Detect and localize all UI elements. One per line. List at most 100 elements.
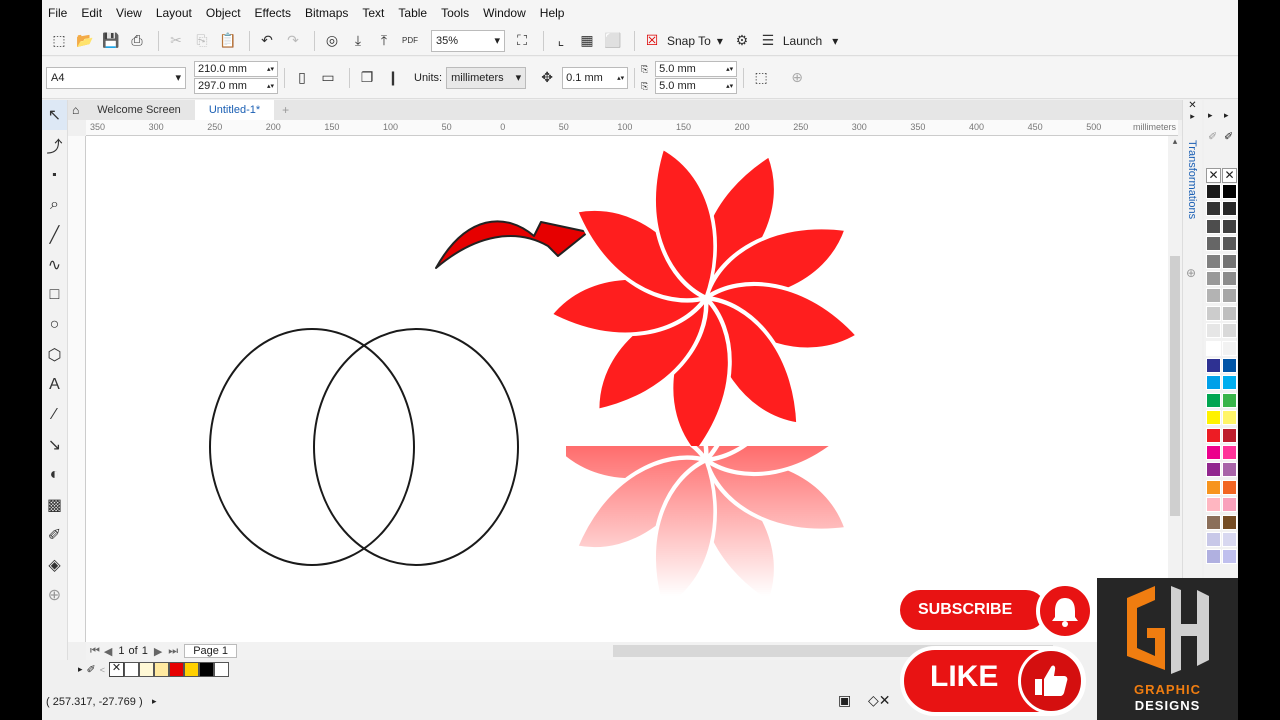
zoom-tool-icon[interactable]: ⌕ [42, 190, 67, 220]
menu-item-table[interactable]: Table [398, 6, 427, 20]
color-swatch[interactable] [1222, 253, 1237, 269]
menu-item-bitmaps[interactable]: Bitmaps [305, 6, 348, 20]
color-swatch[interactable] [1206, 271, 1221, 286]
drawing-canvas[interactable] [86, 136, 1168, 642]
polygon-tool-icon[interactable]: ⬡ [42, 340, 67, 370]
color-swatch[interactable] [1206, 549, 1221, 565]
color-swatch[interactable] [1206, 184, 1221, 199]
palette-arrow-icon[interactable]: ▸ [1208, 110, 1213, 121]
portrait-icon[interactable]: ▯ [291, 67, 313, 89]
color-swatch[interactable] [1222, 462, 1237, 478]
palette-arrow-icon[interactable]: ▸ [1224, 110, 1229, 121]
color-swatch[interactable] [1206, 340, 1221, 356]
all-pages-icon[interactable]: ❐ [356, 67, 378, 89]
document-color-swatch[interactable] [154, 662, 170, 677]
search-content-icon[interactable]: ◎ [321, 30, 343, 52]
color-swatch[interactable] [1222, 236, 1237, 252]
color-swatch[interactable] [1222, 514, 1237, 530]
pick-tool-icon[interactable]: ↖ [42, 100, 67, 130]
vertical-ruler[interactable] [68, 136, 86, 642]
color-swatch[interactable] [1206, 445, 1221, 460]
menu-item-file[interactable]: File [48, 6, 67, 20]
eyedropper-icon[interactable]: ✐ [1208, 130, 1217, 143]
color-swatch[interactable] [1222, 549, 1237, 565]
color-swatch[interactable] [1222, 445, 1237, 460]
menu-item-edit[interactable]: Edit [81, 6, 102, 20]
document-color-swatch[interactable] [124, 662, 140, 677]
document-color-swatch[interactable] [184, 662, 200, 677]
launch-button[interactable]: Launch [783, 34, 822, 48]
color-swatch[interactable] [1206, 479, 1221, 495]
landscape-icon[interactable]: ▭ [317, 67, 339, 89]
page-size-select[interactable]: A4 ▾ [46, 66, 186, 89]
fill-indicator-icon[interactable]: ▣ [838, 692, 851, 709]
prev-page-icon[interactable]: ◀ [104, 645, 112, 658]
pdf-icon[interactable]: PDF [399, 30, 421, 52]
transformations-tab[interactable]: Transformations [1186, 140, 1198, 219]
color-swatch[interactable] [1222, 410, 1237, 426]
document-color-swatch[interactable] [214, 662, 230, 677]
color-swatch[interactable] [1206, 201, 1221, 217]
grid-icon[interactable]: ▦ [576, 30, 598, 52]
bleed-icon[interactable]: ⬚ [750, 67, 772, 89]
outline-indicator-icon[interactable]: ◇✕ [868, 692, 891, 709]
page-height-input[interactable]: 297.0 mm ▴▾ [194, 78, 278, 94]
open-folder-icon[interactable]: 📂 [74, 30, 96, 52]
current-page-icon[interactable]: ❙ [382, 67, 404, 89]
outline-ellipse-right[interactable] [313, 328, 519, 566]
new-document-icon[interactable]: ⬚ [48, 30, 70, 52]
color-swatch[interactable] [1206, 410, 1221, 426]
color-swatch[interactable] [1222, 358, 1237, 373]
menu-item-view[interactable]: View [116, 6, 142, 20]
print-icon[interactable]: ⎙ [126, 30, 148, 52]
rectangle-tool-icon[interactable]: □ [42, 280, 67, 310]
color-swatch[interactable] [1222, 323, 1237, 339]
color-swatch[interactable] [1206, 514, 1221, 530]
page-1-tab[interactable]: Page 1 [184, 644, 238, 658]
color-swatch[interactable] [1222, 532, 1237, 547]
tab-welcome-screen[interactable]: Welcome Screen [83, 100, 195, 120]
menu-item-text[interactable]: Text [362, 6, 384, 20]
color-swatch[interactable] [1222, 218, 1237, 234]
new-tab-icon[interactable]: + [274, 103, 297, 117]
color-swatch[interactable] [1206, 532, 1221, 547]
cut-icon[interactable]: ✂ [165, 30, 187, 52]
color-swatch[interactable] [1222, 392, 1237, 408]
outline-ellipse-left[interactable] [209, 328, 415, 566]
close-icon[interactable]: ✕ [1183, 100, 1202, 111]
color-swatch[interactable] [1222, 201, 1237, 217]
menu-item-effects[interactable]: Effects [255, 6, 291, 20]
no-fill-swatch[interactable]: ✕ [1222, 168, 1237, 183]
add-tool-icon[interactable]: ⊕ [42, 580, 67, 610]
transparency-tool-icon[interactable]: ▩ [42, 490, 67, 520]
guidelines-icon[interactable]: ⬜ [602, 30, 624, 52]
tab-untitled-1[interactable]: Untitled-1* [194, 100, 275, 120]
first-page-icon[interactable]: ⏮ [90, 645, 100, 658]
scrollbar-thumb[interactable] [1170, 256, 1180, 516]
palette-arrow-icon[interactable]: ▸ [78, 664, 83, 675]
connector-tool-icon[interactable]: ↘ [42, 430, 67, 460]
menu-item-help[interactable]: Help [540, 6, 565, 20]
color-swatch[interactable] [1206, 305, 1221, 321]
color-swatch[interactable] [1206, 358, 1221, 373]
eyedropper-icon[interactable]: ✐ [1224, 130, 1233, 143]
color-swatch[interactable] [1222, 271, 1237, 286]
export-icon[interactable]: ⤒ [373, 30, 395, 52]
color-swatch[interactable] [1206, 392, 1221, 408]
chevron-down-icon[interactable]: ▾ [717, 34, 723, 48]
add-docker-icon[interactable]: ⊕ [1186, 266, 1196, 280]
snap-to-button[interactable]: Snap To [667, 34, 711, 48]
redo-icon[interactable]: ↷ [282, 30, 304, 52]
add-page-icon[interactable]: ⊕ [786, 67, 808, 89]
like-button[interactable]: LIKE [900, 646, 1086, 716]
freehand-tool-icon[interactable]: ╱ [42, 220, 67, 250]
color-swatch[interactable] [1206, 375, 1221, 391]
eyedropper-icon[interactable]: ✐ [87, 663, 96, 676]
color-swatch[interactable] [1222, 427, 1237, 443]
red-arrow-icon[interactable] [435, 220, 589, 269]
full-screen-icon[interactable]: ⛶ [511, 30, 533, 52]
document-color-swatch[interactable] [139, 662, 155, 677]
ellipse-tool-icon[interactable]: ○ [42, 310, 67, 340]
chevron-down-icon[interactable]: ▾ [832, 34, 838, 48]
rulers-icon[interactable]: ⌞ [550, 30, 572, 52]
